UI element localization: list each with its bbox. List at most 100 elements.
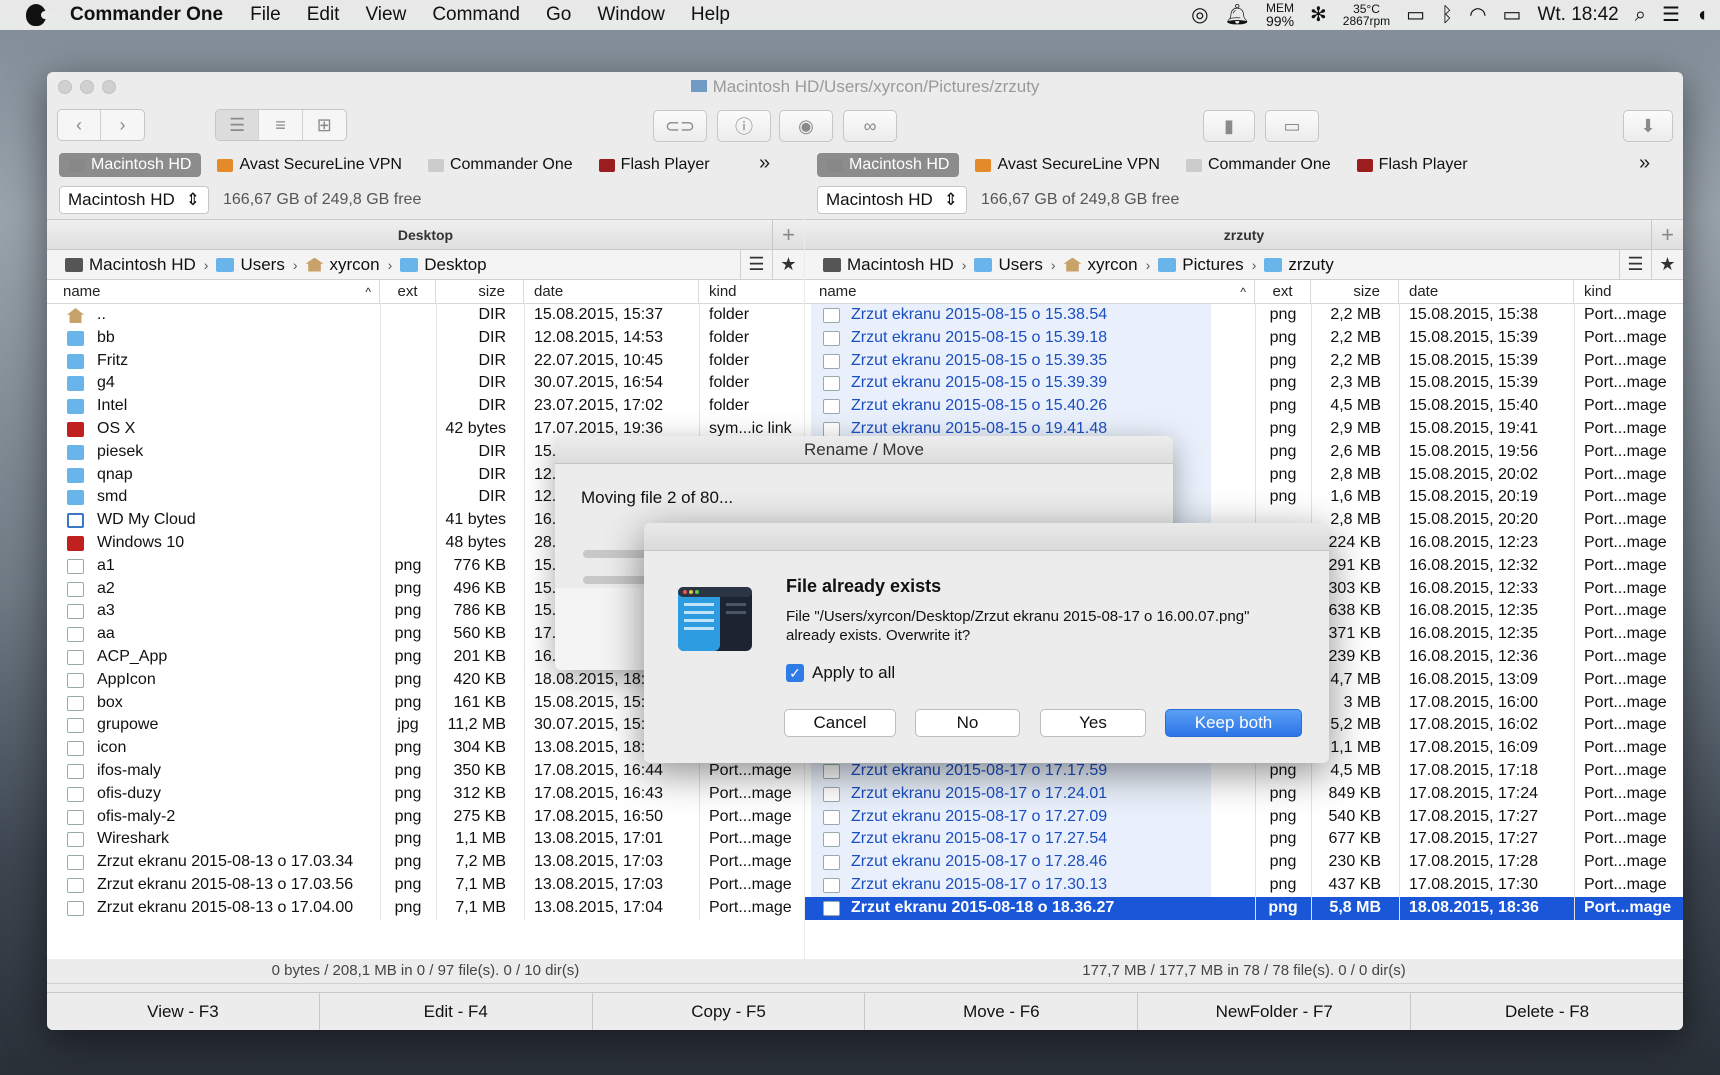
menu-file[interactable]: File: [237, 4, 294, 26]
display-icon[interactable]: ▭: [1406, 0, 1425, 30]
list-icon[interactable]: ☰: [1662, 0, 1680, 30]
search-icon[interactable]: ⌕: [1635, 0, 1646, 30]
col-date[interactable]: date: [1399, 280, 1574, 304]
crumb-pictures[interactable]: Pictures: [1158, 255, 1244, 275]
no-button[interactable]: No: [915, 709, 1020, 737]
star-icon[interactable]: ★: [772, 250, 804, 279]
table-row[interactable]: ofis-maly-2 png 275 KB 17.08.2015, 16:50 Por…: [47, 806, 804, 829]
table-row[interactable]: Zrzut ekranu 2015-08-17 o 17.30.13 png 437…: [805, 873, 1683, 897]
fav-macintosh-hd[interactable]: Macintosh HD: [59, 153, 202, 177]
table-row[interactable]: Zrzut ekranu 2015-08-13 o 17.03.34 png 7,2…: [47, 851, 804, 874]
table-row[interactable]: Zrzut ekranu 2015-08-18 o 18.36.27 png 5,8…: [805, 896, 1683, 920]
binoculars-icon[interactable]: ∞: [843, 110, 897, 142]
col-ext[interactable]: ext: [1255, 280, 1311, 304]
table-row[interactable]: Zrzut ekranu 2015-08-15 o 15.40.26 png 4,5…: [805, 395, 1683, 418]
crumb-users[interactable]: Users: [974, 255, 1043, 275]
keep-both-button[interactable]: Keep both: [1165, 709, 1302, 737]
crumb-xyrcon[interactable]: xyrcon: [305, 255, 380, 275]
menu-command[interactable]: Command: [419, 4, 533, 26]
copy-f5-button[interactable]: Copy - F5: [593, 993, 866, 1030]
drive-select-right[interactable]: Macintosh HD ⇕: [817, 186, 967, 214]
table-row[interactable]: Wireshark png 1,1 MB 13.08.2015, 17:01 Port.…: [47, 828, 804, 851]
cancel-button[interactable]: Cancel: [784, 709, 896, 737]
crumb-users[interactable]: Users: [216, 255, 285, 275]
table-row[interactable]: Zrzut ekranu 2015-08-17 o 17.17.59 png 4,5…: [805, 759, 1683, 783]
fav-macintosh-hd[interactable]: Macintosh HD: [817, 153, 960, 177]
fav-commander-one[interactable]: Commander One: [418, 153, 583, 177]
wifi-icon[interactable]: ◠: [1469, 0, 1486, 30]
table-row[interactable]: ofis-duzy png 312 KB 17.08.2015, 16:43 Port.…: [47, 783, 804, 806]
col-size[interactable]: size: [1311, 280, 1399, 304]
view-f3-button[interactable]: View - F3: [47, 993, 320, 1030]
creative-cloud-icon[interactable]: ◎: [1191, 0, 1208, 30]
temp-monitor[interactable]: 35°C 2867rpm: [1343, 3, 1390, 27]
table-row[interactable]: g4 DIR 30.07.2015, 16:54 folder: [47, 372, 804, 395]
app-menu[interactable]: Commander One: [60, 4, 237, 26]
col-size[interactable]: size: [436, 280, 524, 304]
table-row[interactable]: Intel DIR 23.07.2015, 17:02 folder: [47, 395, 804, 418]
notification-icon[interactable]: 🔔︎: [1225, 0, 1250, 30]
table-row[interactable]: Zrzut ekranu 2015-08-13 o 17.04.00 png 7,1…: [47, 897, 804, 920]
archive-icon[interactable]: ▮: [1203, 110, 1255, 142]
table-row[interactable]: Zrzut ekranu 2015-08-15 o 15.38.54 png 2,2…: [805, 304, 1683, 327]
fav-avast[interactable]: Avast SecureLine VPN: [207, 153, 411, 177]
forward-icon[interactable]: ›: [101, 110, 144, 140]
crumb-macintosh-hd[interactable]: Macintosh HD: [65, 255, 196, 275]
battery-icon[interactable]: ▭: [1503, 0, 1522, 30]
back-icon[interactable]: ‹: [58, 110, 102, 140]
menu-window[interactable]: Window: [584, 4, 678, 26]
fan-icon[interactable]: ✻: [1310, 0, 1327, 30]
table-row[interactable]: Zrzut ekranu 2015-08-17 o 17.27.54 png 677…: [805, 828, 1683, 852]
info-icon[interactable]: ⓘ: [717, 110, 771, 142]
table-row[interactable]: Zrzut ekranu 2015-08-17 o 17.27.09 png 540…: [805, 805, 1683, 829]
table-row[interactable]: Zrzut ekranu 2015-08-15 o 15.39.39 png 2,3…: [805, 372, 1683, 396]
download-icon[interactable]: ⬇: [1623, 110, 1673, 142]
fav-flash-player[interactable]: Flash Player: [589, 153, 720, 177]
detail-view-icon[interactable]: ≡: [259, 110, 303, 140]
apply-to-all-checkbox[interactable]: ✓ Apply to all: [786, 663, 895, 683]
table-row[interactable]: Fritz DIR 22.07.2015, 10:45 folder: [47, 350, 804, 373]
drive-select-left[interactable]: Macintosh HD ⇕: [59, 186, 209, 214]
apple-icon[interactable]: [26, 4, 49, 26]
clock[interactable]: Wt. 18:42: [1537, 4, 1618, 26]
table-row[interactable]: ifos-maly png 350 KB 17.08.2015, 16:44 Port.…: [47, 760, 804, 783]
table-row[interactable]: Zrzut ekranu 2015-08-17 o 17.24.01 png 849…: [805, 782, 1683, 806]
move-f6-button[interactable]: Move - F6: [865, 993, 1139, 1030]
fav-avast[interactable]: Avast SecureLine VPN: [965, 153, 1169, 177]
toggle-icon[interactable]: ⊂⊃: [653, 110, 707, 142]
table-row[interactable]: Zrzut ekranu 2015-08-15 o 15.39.35 png 2,2…: [805, 349, 1683, 373]
panel-menu-icon[interactable]: ☰: [740, 250, 772, 279]
crumb-xyrcon[interactable]: xyrcon: [1063, 255, 1138, 275]
menu-help[interactable]: Help: [678, 4, 743, 26]
crumb-macintosh-hd[interactable]: Macintosh HD: [823, 255, 954, 275]
col-name[interactable]: name ^: [805, 280, 1255, 304]
delete-f8-button[interactable]: Delete - F8: [1411, 993, 1683, 1030]
tab-desktop[interactable]: Desktop +: [47, 220, 804, 250]
edit-f4-button[interactable]: Edit - F4: [320, 993, 593, 1030]
more-favorites-left[interactable]: »: [759, 152, 770, 175]
network-icon[interactable]: ▭: [1265, 110, 1319, 142]
table-row[interactable]: Zrzut ekranu 2015-08-13 o 17.03.56 png 7,1…: [47, 874, 804, 897]
table-row[interactable]: .. DIR 15.08.2015, 15:37 folder: [47, 304, 804, 327]
fav-flash-player[interactable]: Flash Player: [1347, 153, 1478, 177]
more-favorites-right[interactable]: »: [1639, 152, 1650, 175]
add-tab-button[interactable]: +: [1651, 220, 1683, 249]
col-date[interactable]: date: [524, 280, 699, 304]
table-row[interactable]: bb DIR 12.08.2015, 14:53 folder: [47, 327, 804, 350]
col-kind[interactable]: kind: [699, 280, 804, 304]
menu-edit[interactable]: Edit: [294, 4, 353, 26]
fav-commander-one[interactable]: Commander One: [1176, 153, 1341, 177]
add-tab-button[interactable]: +: [772, 220, 804, 249]
list-view-icon[interactable]: ☰: [216, 110, 260, 140]
grid-view-icon[interactable]: ⊞: [303, 110, 346, 140]
preview-eye-icon[interactable]: ◉: [779, 110, 833, 142]
table-row[interactable]: Zrzut ekranu 2015-08-15 o 15.39.18 png 2,2…: [805, 326, 1683, 350]
col-kind[interactable]: kind: [1574, 280, 1683, 304]
close-window-button[interactable]: [58, 80, 72, 94]
panel-menu-icon[interactable]: ☰: [1619, 250, 1651, 279]
newfolder-f7-button[interactable]: NewFolder - F7: [1138, 993, 1412, 1030]
minimize-window-button[interactable]: [80, 80, 94, 94]
yes-button[interactable]: Yes: [1040, 709, 1146, 737]
col-name[interactable]: name ^: [47, 280, 380, 304]
tab-zrzuty[interactable]: zrzuty +: [805, 220, 1683, 250]
